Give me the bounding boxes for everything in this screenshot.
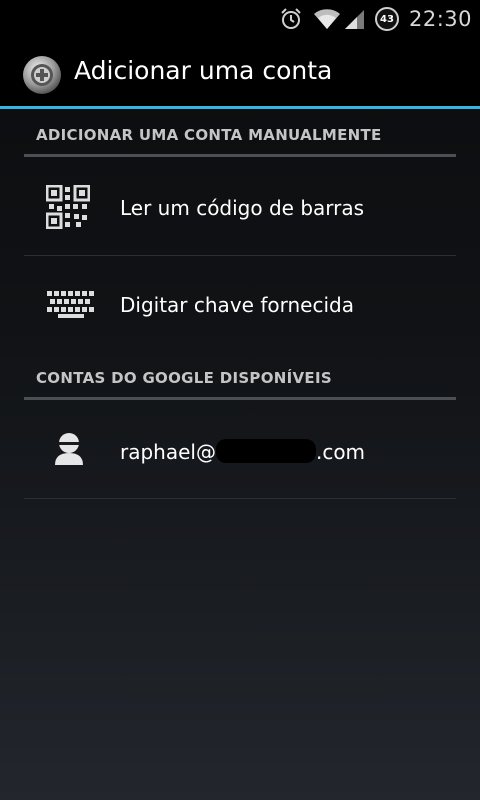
enter-key-label: Digitar chave fornecida — [120, 293, 354, 317]
section-header-manual: ADICIONAR UMA CONTA MANUALMENTE — [36, 126, 382, 144]
email-suffix: .com — [315, 440, 366, 464]
account-icon — [54, 432, 84, 466]
section-header-google-accounts: CONTAS DO GOOGLE DISPONÍVEIS — [36, 369, 332, 387]
account-email: raphael@ .com — [120, 439, 365, 464]
battery-level: 43 — [374, 7, 399, 31]
cell-signal-icon — [343, 8, 365, 30]
keyboard-icon — [46, 290, 96, 318]
row-divider — [24, 498, 456, 499]
alarm-icon — [279, 7, 303, 31]
status-clock: 22:30 — [408, 7, 472, 31]
status-icons: 43 22:30 — [269, 0, 472, 38]
wifi-icon — [313, 8, 341, 30]
action-bar: Adicionar uma conta — [0, 38, 480, 106]
list-item-enter-key[interactable]: Digitar chave fornecida — [24, 256, 456, 353]
authenticator-app-icon[interactable] — [22, 55, 62, 95]
battery-icon: 43 — [374, 7, 399, 31]
page-title: Adicionar uma conta — [74, 56, 333, 85]
redacted-block — [215, 439, 316, 463]
scan-barcode-label: Ler um código de barras — [120, 196, 365, 220]
status-bar: 43 22:30 — [0, 0, 480, 38]
list-item-google-account[interactable]: raphael@ .com — [24, 402, 456, 499]
action-bar-divider — [0, 106, 480, 109]
section-divider — [24, 397, 456, 400]
section-divider — [24, 154, 456, 157]
list-item-scan-barcode[interactable]: Ler um código de barras — [24, 159, 456, 256]
qr-code-icon — [46, 185, 90, 229]
email-prefix: raphael@ — [120, 440, 216, 464]
